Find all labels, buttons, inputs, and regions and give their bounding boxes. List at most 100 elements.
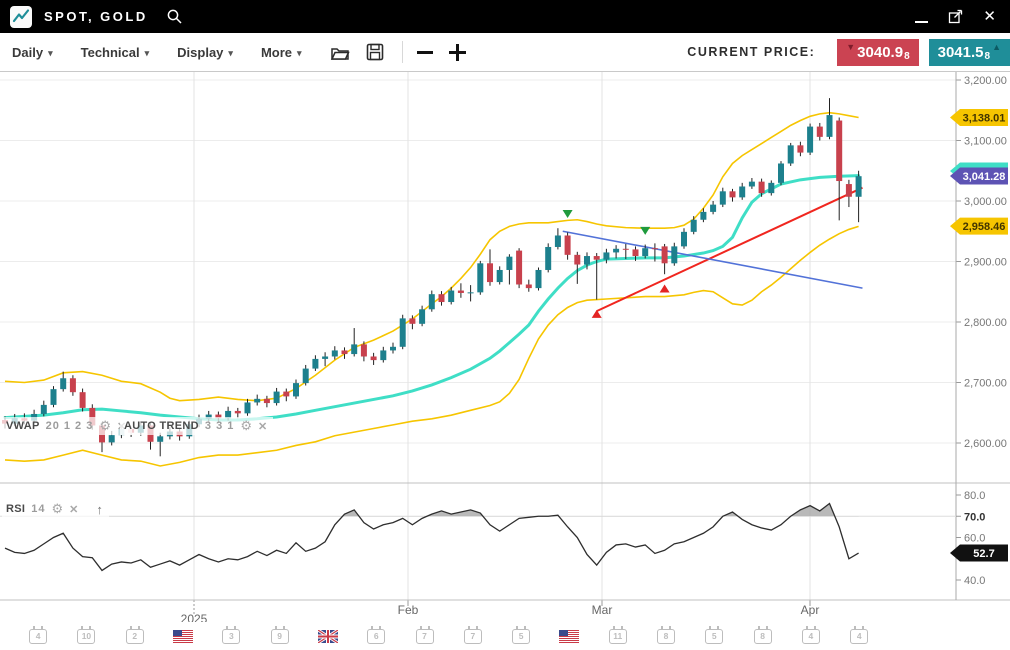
candle — [526, 284, 532, 288]
calendar-event-icon[interactable]: 7 — [449, 629, 497, 644]
toolbar-separator — [402, 41, 403, 63]
calendar-day-number: 10 — [77, 629, 95, 644]
chevron-down-icon: ▾ — [228, 48, 233, 59]
candle — [332, 350, 338, 356]
close-icon[interactable]: ✕ — [69, 503, 78, 516]
candle — [293, 383, 299, 396]
arrow-up-icon: ▲ — [992, 42, 1001, 52]
candle — [613, 249, 619, 253]
menu-more[interactable]: More▾ — [261, 45, 302, 60]
calendar-day-number: 8 — [754, 629, 772, 644]
sell-signal-marker — [640, 227, 650, 235]
rsi-line — [5, 504, 859, 571]
candle — [827, 115, 833, 137]
gear-icon[interactable]: ⚙ — [99, 418, 111, 434]
candle — [642, 248, 648, 256]
candle — [710, 205, 716, 212]
candle — [80, 392, 86, 408]
rsi-pane-layer: 80.070.060.040.0 — [0, 490, 985, 587]
autotrend-indicator-name: AUTO TREND — [124, 420, 199, 432]
arrow-down-icon: ▼ — [846, 42, 855, 52]
calendar-event-icon[interactable]: 6 — [352, 629, 400, 644]
gear-icon[interactable]: ⚙ — [240, 418, 252, 434]
price-chart-svg[interactable]: 3,200.003,100.003,000.002,900.002,800.00… — [0, 72, 1010, 622]
us-flag-icon[interactable] — [159, 630, 207, 643]
current-price-cluster: CURRENT PRICE: ▼ 3040.9 8 3041.5 8 ▲ — [687, 39, 1010, 66]
candle — [594, 256, 600, 260]
close-icon[interactable]: ✕ — [258, 420, 267, 433]
candle — [633, 249, 639, 256]
svg-text:2025: 2025 — [181, 612, 208, 622]
candle — [681, 232, 687, 247]
menu-display[interactable]: Display▾ — [177, 45, 233, 60]
calendar-day-number: 6 — [367, 629, 385, 644]
calendar-event-icon[interactable]: 9 — [255, 629, 303, 644]
candle — [516, 251, 522, 285]
ask-price-badge: 3041.5 8 ▲ — [929, 39, 1010, 66]
candle — [759, 182, 765, 193]
calendar-event-icon[interactable]: 4 — [14, 629, 62, 644]
svg-text:3,041.28: 3,041.28 — [963, 171, 1006, 183]
vwap-indicator-name: VWAP — [6, 420, 40, 432]
minimize-button[interactable] — [915, 21, 928, 23]
candle — [274, 392, 280, 403]
svg-text:80.0: 80.0 — [964, 490, 985, 502]
calendar-day-number: 4 — [29, 629, 47, 644]
candle — [739, 186, 745, 197]
calendar-event-icon[interactable]: 5 — [690, 629, 738, 644]
event-calendar-row: 41023967751185844 — [0, 622, 1010, 650]
vwap-indicator-params: 20 1 2 3 — [46, 420, 94, 432]
calendar-event-icon[interactable]: 4 — [787, 629, 835, 644]
menu-technical[interactable]: Technical▾ — [81, 45, 150, 60]
zoom-out-button[interactable] — [417, 51, 433, 54]
uk-flag-icon[interactable] — [304, 630, 352, 643]
candle — [458, 291, 464, 293]
calendar-event-icon[interactable]: 11 — [594, 629, 642, 644]
calendar-event-icon[interactable]: 3 — [207, 629, 255, 644]
candle — [312, 359, 318, 369]
calendar-event-icon[interactable]: 2 — [111, 629, 159, 644]
candle — [487, 263, 493, 282]
svg-text:2,958.46: 2,958.46 — [963, 221, 1006, 233]
candle — [468, 292, 474, 293]
move-pane-up-icon[interactable]: ↑ — [96, 502, 103, 517]
zoom-in-button[interactable] — [449, 44, 466, 61]
sell-signal-marker — [563, 210, 573, 218]
candle — [157, 436, 163, 441]
calendar-day-number: 7 — [416, 629, 434, 644]
autotrend-indicator-strip: AUTO TREND 3 3 1 ⚙ ✕ — [120, 417, 273, 435]
calendar-event-icon[interactable]: 10 — [62, 629, 110, 644]
gear-icon[interactable]: ⚙ — [52, 501, 64, 517]
calendar-day-number: 7 — [464, 629, 482, 644]
calendar-event-icon[interactable]: 4 — [835, 629, 883, 644]
ask-price-value: 3041.5 — [938, 44, 984, 61]
popout-button[interactable] — [948, 9, 963, 24]
close-button[interactable]: ✕ — [983, 9, 996, 24]
candle — [720, 191, 726, 204]
svg-text:2,600.00: 2,600.00 — [964, 438, 1007, 450]
candle — [846, 184, 852, 197]
save-layout-button[interactable] — [366, 43, 384, 61]
calendar-day-number: 11 — [609, 629, 627, 644]
calendar-event-icon[interactable]: 7 — [400, 629, 448, 644]
chevron-down-icon: ▾ — [297, 48, 302, 59]
svg-text:Mar: Mar — [592, 603, 613, 617]
open-layout-button[interactable] — [330, 43, 350, 61]
vwap-indicator-strip: VWAP 20 1 2 3 ⚙ ✕ — [2, 417, 132, 435]
candle — [361, 344, 367, 356]
calendar-event-icon[interactable]: 8 — [642, 629, 690, 644]
calendar-event-icon[interactable]: 8 — [738, 629, 786, 644]
candle — [264, 399, 270, 403]
candle — [419, 309, 425, 324]
symbol-search-icon[interactable] — [166, 8, 183, 25]
candle — [817, 127, 823, 137]
menu-timeframe[interactable]: Daily▾ — [12, 45, 53, 60]
autotrend-indicator-params: 3 3 1 — [205, 420, 234, 432]
candle — [51, 389, 57, 405]
candle — [351, 344, 357, 354]
svg-text:40.0: 40.0 — [964, 575, 985, 587]
rsi-indicator-params: 14 — [31, 503, 45, 515]
calendar-event-icon[interactable]: 5 — [497, 629, 545, 644]
us-flag-icon[interactable] — [545, 630, 593, 643]
candle — [662, 246, 668, 263]
